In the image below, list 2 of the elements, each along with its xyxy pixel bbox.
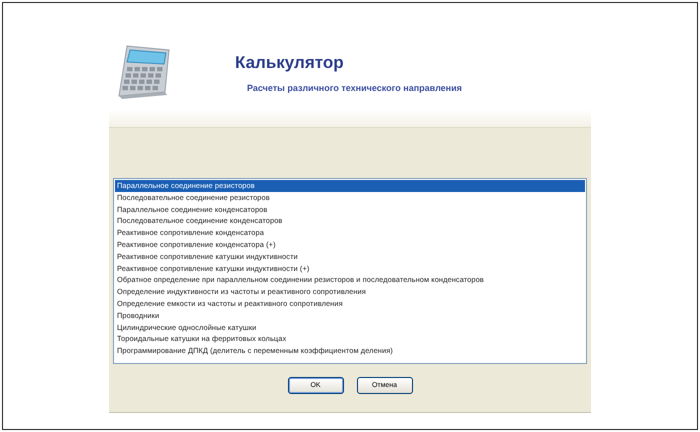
dialog-subtitle: Расчеты различного технического направления [247, 83, 462, 93]
dialog-title: Калькулятор [235, 53, 345, 73]
